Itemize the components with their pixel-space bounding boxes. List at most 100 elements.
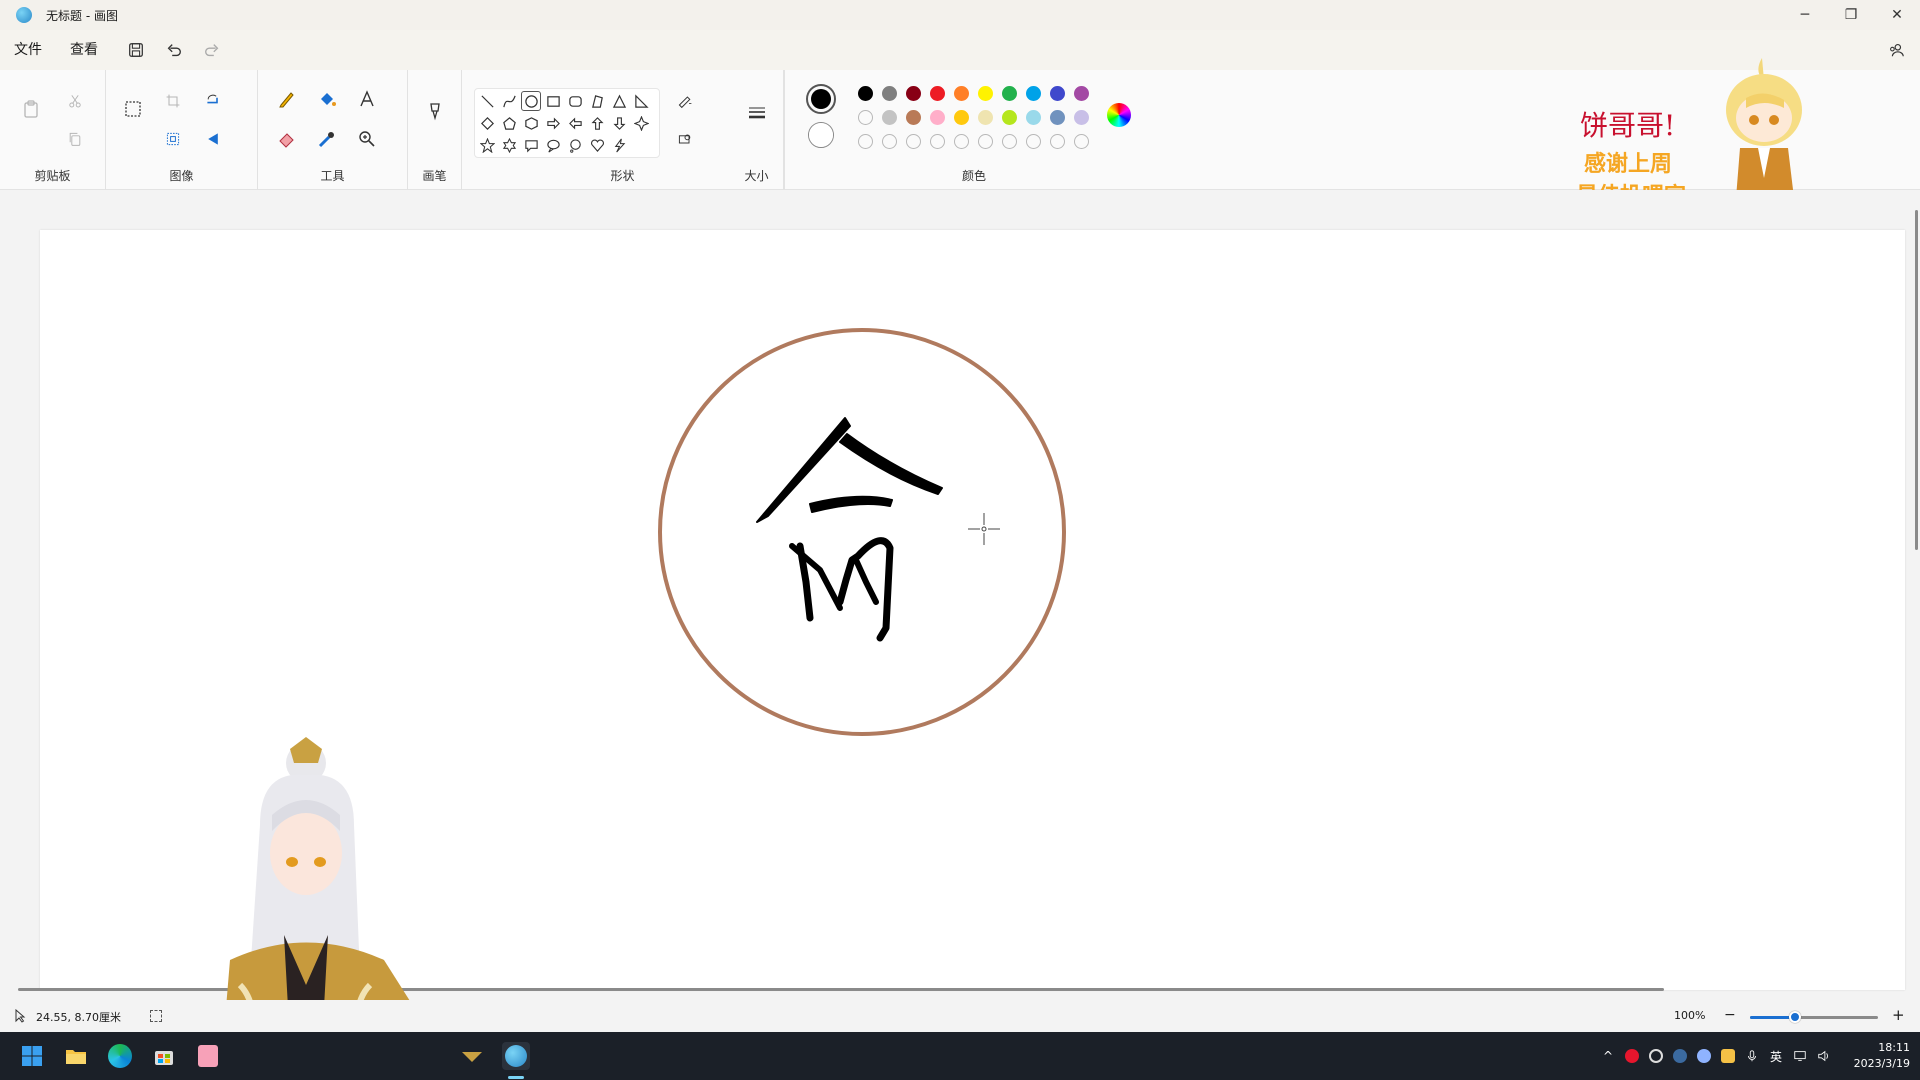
vertical-scroll-thumb[interactable]	[1915, 210, 1918, 550]
color-swatch[interactable]	[954, 134, 969, 149]
hexagon-shape-icon[interactable]	[521, 113, 541, 133]
rotate-icon[interactable]	[198, 86, 228, 116]
color-swatch[interactable]	[882, 86, 897, 101]
color-swatch[interactable]	[882, 110, 897, 125]
color-swatch[interactable]	[978, 86, 993, 101]
six-point-star-shape-icon[interactable]	[499, 135, 519, 155]
color-swatch[interactable]	[1074, 110, 1089, 125]
up-arrow-shape-icon[interactable]	[587, 113, 607, 133]
color-swatch[interactable]	[906, 134, 921, 149]
tray-app-icon-3[interactable]	[1717, 1045, 1739, 1067]
color-swatch[interactable]	[1074, 134, 1089, 149]
color-swatch[interactable]	[858, 86, 873, 101]
color-swatch[interactable]	[858, 134, 873, 149]
menu-view[interactable]: 查看	[56, 35, 112, 65]
zoom-slider[interactable]	[1750, 1011, 1878, 1023]
app-icon-5[interactable]	[194, 1042, 222, 1070]
fill-icon[interactable]	[312, 84, 342, 114]
menu-file[interactable]: 文件	[0, 35, 56, 65]
color-swatch[interactable]	[1026, 134, 1041, 149]
color-swatch[interactable]	[978, 134, 993, 149]
color-swatch[interactable]	[1050, 134, 1065, 149]
tray-app-icon[interactable]	[1645, 1045, 1667, 1067]
right-arrow-shape-icon[interactable]	[543, 113, 563, 133]
color-swatch[interactable]	[954, 86, 969, 101]
brush-icon[interactable]	[420, 96, 450, 126]
cut-icon[interactable]	[60, 86, 90, 116]
app-icon-6[interactable]	[458, 1042, 486, 1070]
color-swatch[interactable]	[930, 134, 945, 149]
right-triangle-shape-icon[interactable]	[631, 91, 651, 111]
resize-icon[interactable]	[158, 124, 188, 154]
lightning-shape-icon[interactable]	[609, 135, 629, 155]
rect-callout-shape-icon[interactable]	[521, 135, 541, 155]
network-icon[interactable]	[1789, 1045, 1811, 1067]
color-swatch[interactable]	[1002, 86, 1017, 101]
redo-icon[interactable]	[198, 36, 226, 64]
color-swatch[interactable]	[906, 110, 921, 125]
store-icon[interactable]	[150, 1042, 178, 1070]
color-swatch[interactable]	[1050, 86, 1065, 101]
triangle-shape-icon[interactable]	[609, 91, 629, 111]
file-explorer-icon[interactable]	[62, 1042, 90, 1070]
windows-start-icon[interactable]	[18, 1042, 46, 1070]
chevron-up-icon[interactable]: ^	[1597, 1045, 1619, 1067]
color-swatch[interactable]	[1026, 110, 1041, 125]
paint-taskbar-icon[interactable]	[502, 1042, 530, 1070]
polygon-shape-icon[interactable]	[587, 91, 607, 111]
primary-color[interactable]	[806, 84, 836, 114]
steam-icon[interactable]	[1669, 1045, 1691, 1067]
minimize-button[interactable]: ─	[1782, 0, 1828, 30]
size-icon[interactable]	[742, 98, 772, 128]
down-arrow-shape-icon[interactable]	[609, 113, 629, 133]
color-swatch[interactable]	[858, 110, 873, 125]
microphone-icon[interactable]	[1741, 1045, 1763, 1067]
oval-callout-shape-icon[interactable]	[543, 135, 563, 155]
weibo-icon[interactable]	[1621, 1045, 1643, 1067]
volume-icon[interactable]	[1813, 1045, 1835, 1067]
five-point-star-shape-icon[interactable]	[477, 135, 497, 155]
curve-shape-icon[interactable]	[499, 91, 519, 111]
rounded-rectangle-shape-icon[interactable]	[565, 91, 585, 111]
line-shape-icon[interactable]	[477, 91, 497, 111]
paste-icon[interactable]	[16, 94, 46, 124]
color-swatch[interactable]	[906, 86, 921, 101]
color-wheel-icon[interactable]	[1104, 100, 1134, 130]
magnifier-icon[interactable]	[352, 124, 382, 154]
outline-icon[interactable]	[670, 86, 700, 116]
tray-app-icon-2[interactable]	[1693, 1045, 1715, 1067]
color-swatch[interactable]	[1074, 86, 1089, 101]
restore-button[interactable]: ❐	[1828, 0, 1874, 30]
account-icon[interactable]	[1882, 36, 1910, 64]
oval-shape-icon[interactable]	[521, 91, 541, 111]
input-language[interactable]: 英	[1765, 1045, 1787, 1067]
undo-icon[interactable]	[160, 36, 188, 64]
flip-icon[interactable]	[198, 124, 228, 154]
save-icon[interactable]	[122, 36, 150, 64]
eraser-icon[interactable]	[272, 124, 302, 154]
color-swatch[interactable]	[1050, 110, 1065, 125]
rectangle-shape-icon[interactable]	[543, 91, 563, 111]
text-icon[interactable]	[352, 84, 382, 114]
color-swatch[interactable]	[1002, 110, 1017, 125]
pentagon-shape-icon[interactable]	[499, 113, 519, 133]
heart-shape-icon[interactable]	[587, 135, 607, 155]
shape-fill-icon[interactable]	[670, 124, 700, 154]
edge-browser-icon[interactable]	[106, 1042, 134, 1070]
select-icon[interactable]	[118, 94, 148, 124]
crop-icon[interactable]	[158, 86, 188, 116]
zoom-out-button[interactable]: −	[1724, 1007, 1736, 1023]
color-swatch[interactable]	[1026, 86, 1041, 101]
pencil-icon[interactable]	[272, 84, 302, 114]
cloud-callout-shape-icon[interactable]	[565, 135, 585, 155]
secondary-color[interactable]	[808, 122, 834, 148]
color-swatch[interactable]	[978, 110, 993, 125]
color-swatch[interactable]	[1002, 134, 1017, 149]
system-clock[interactable]: 18:11 2023/3/19	[1846, 1040, 1910, 1072]
color-swatch[interactable]	[954, 110, 969, 125]
color-swatch[interactable]	[930, 86, 945, 101]
color-swatch[interactable]	[930, 110, 945, 125]
four-point-star-shape-icon[interactable]	[631, 113, 651, 133]
zoom-slider-knob[interactable]	[1788, 1011, 1801, 1023]
color-picker-icon[interactable]	[312, 124, 342, 154]
